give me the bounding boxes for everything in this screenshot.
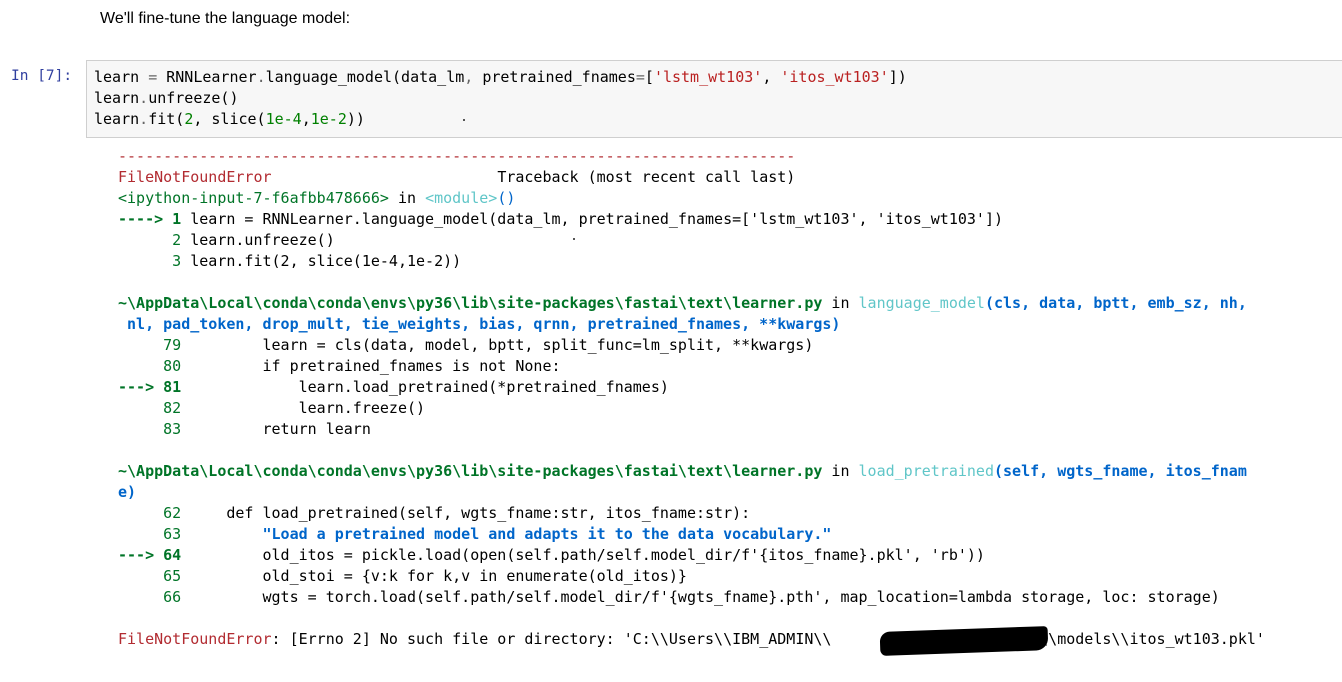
redaction-mark: [879, 626, 1049, 656]
cell-prompt: In [7]:: [11, 68, 73, 84]
code-cell-input[interactable]: learn = RNNLearner.language_model(data_l…: [86, 60, 1342, 138]
cursor-dot: [463, 119, 465, 121]
final-error-type: FileNotFoundError: [118, 630, 272, 648]
traceback-header: Traceback (most recent call last): [497, 168, 796, 186]
input-reference: <ipython-input-7-f6afbb478666>: [118, 189, 389, 207]
final-error-message: : [Errno 2] No such file or directory: '…: [271, 630, 1265, 648]
module-ref: <module>: [425, 189, 498, 207]
code-line-3: learn.fit(2, slice(1e-4,1e-2)): [94, 110, 365, 128]
stray-dot: [573, 238, 575, 240]
frame-func-1: language_model: [858, 294, 985, 312]
code-line-2: learn.unfreeze(): [94, 89, 239, 107]
error-type: FileNotFoundError: [118, 168, 272, 186]
frame-path-1: ~\AppData\Local\conda\conda\envs\py36\li…: [118, 294, 823, 312]
traceback-separator: ----------------------------------------…: [118, 147, 796, 165]
traceback-output: ----------------------------------------…: [118, 147, 1265, 648]
code-line-1: learn = RNNLearner.language_model(data_l…: [94, 68, 907, 86]
code-editor[interactable]: learn = RNNLearner.language_model(data_l…: [94, 67, 907, 130]
frame-path-2: ~\AppData\Local\conda\conda\envs\py36\li…: [118, 462, 823, 480]
frame-func-2: load_pretrained: [858, 462, 994, 480]
markdown-cell-text: We'll fine-tune the language model:: [100, 10, 351, 27]
